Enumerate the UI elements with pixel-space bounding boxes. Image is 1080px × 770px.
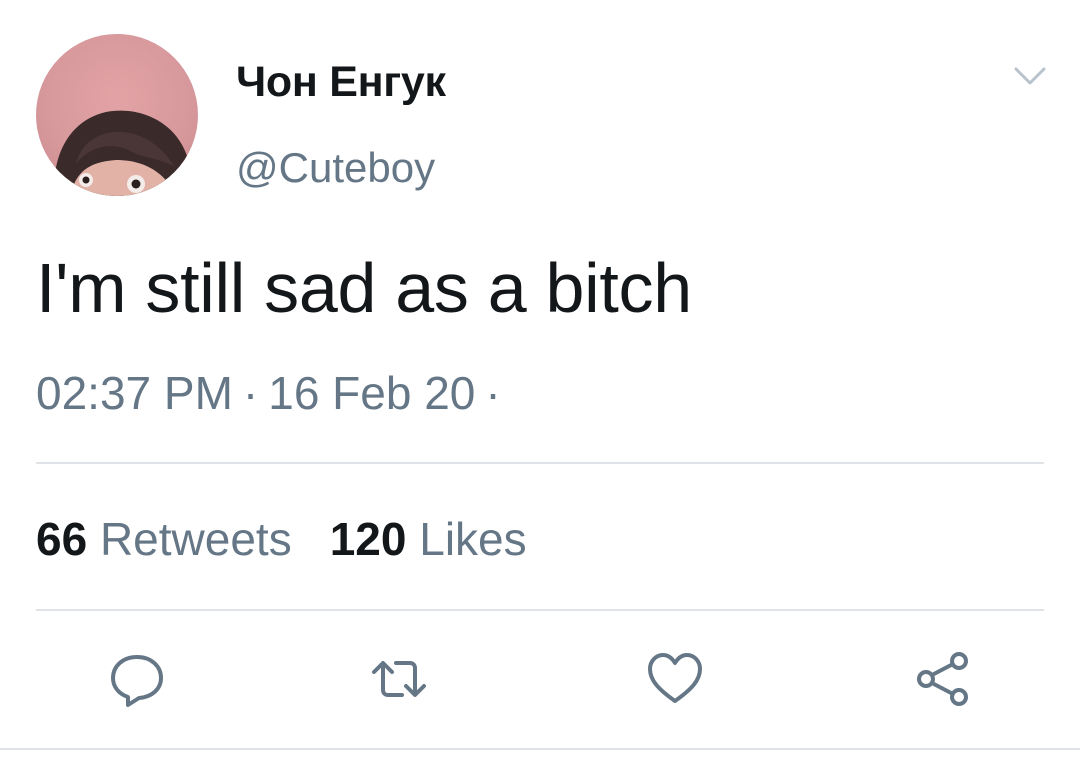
retweet-button[interactable] [368, 648, 430, 710]
retweet-count: 66 [36, 513, 88, 565]
retweets-stat[interactable]: 66 Retweets [36, 513, 292, 565]
chevron-down-icon[interactable] [1012, 62, 1048, 90]
avatar[interactable] [36, 34, 198, 196]
divider [0, 748, 1080, 750]
user-handle[interactable]: @Cuteboy [236, 144, 435, 192]
reply-icon [111, 655, 163, 707]
like-label: Likes [419, 513, 527, 565]
heart-icon [648, 653, 702, 703]
reply-button[interactable] [106, 648, 168, 710]
tweet-date: 16 Feb 20 [268, 367, 476, 419]
retweet-icon [372, 661, 426, 697]
separator: · [485, 367, 501, 419]
like-count: 120 [329, 513, 407, 565]
tweet-time: 02:37 PM [36, 367, 233, 419]
separator: · [242, 367, 259, 419]
divider [36, 609, 1044, 611]
retweet-label: Retweets [99, 513, 292, 565]
tweet-stats: 66 Retweets 120 Likes [36, 512, 527, 566]
avatar-image [36, 110, 198, 196]
share-icon [917, 652, 968, 706]
like-button[interactable] [644, 648, 706, 710]
divider [36, 462, 1044, 464]
display-name[interactable]: Чон Енгук [236, 58, 446, 107]
tweet-text: I'm still sad as a bitch [36, 249, 692, 327]
tweet-timestamp: 02:37 PM · 16 Feb 20 · [36, 366, 511, 420]
share-button[interactable] [912, 648, 974, 710]
likes-stat[interactable]: 120 Likes [330, 513, 527, 565]
